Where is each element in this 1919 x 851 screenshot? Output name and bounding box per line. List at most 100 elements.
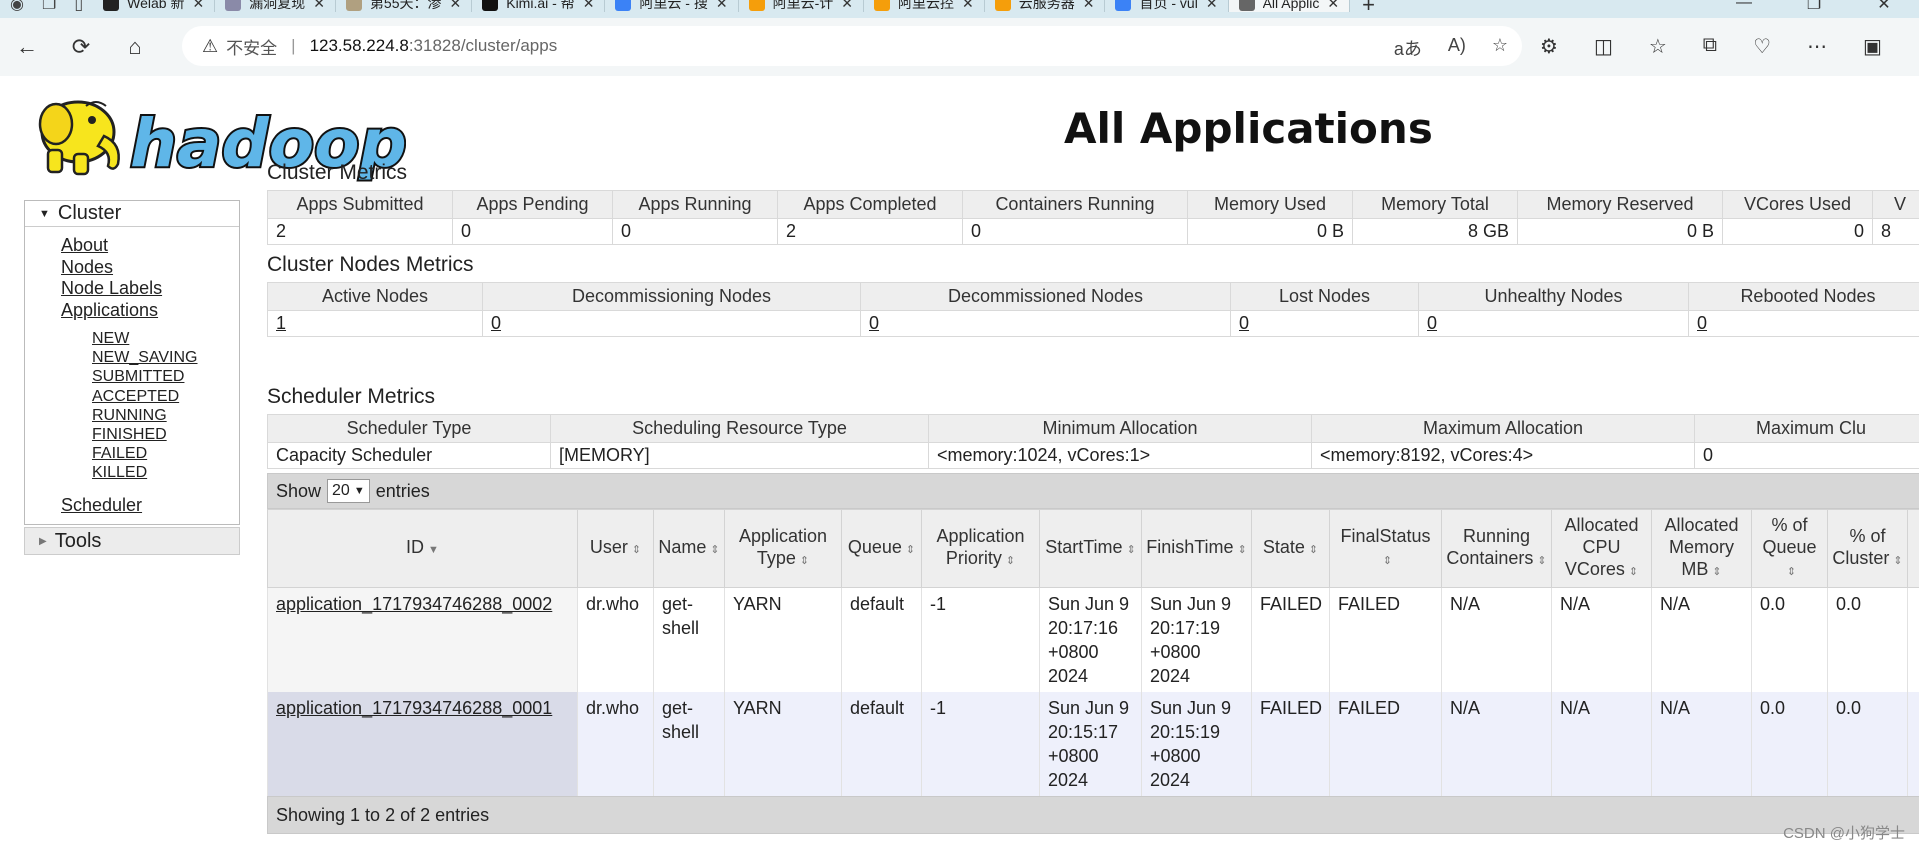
sort-desc-icon[interactable]: ▼ (428, 539, 439, 561)
column-header-of-cluster[interactable]: % of Cluster ⇕ (1827, 509, 1908, 588)
more-menu-icon[interactable]: ⋯ (1807, 34, 1827, 59)
browser-tab[interactable]: 阿里云控 ✕ (864, 0, 985, 12)
sort-icon[interactable]: ⇕ (1787, 561, 1796, 583)
sort-icon[interactable]: ⇕ (1893, 550, 1902, 572)
column-header-queue[interactable]: Queue ⇕ (841, 509, 922, 588)
metric-link-decommissioned-nodes[interactable]: 0 (869, 313, 879, 333)
sort-icon[interactable]: ⇕ (1309, 539, 1318, 561)
tab-close-icon[interactable]: ✕ (1083, 0, 1095, 12)
vertical-tabs-icon[interactable]: ▯ (74, 0, 83, 14)
maximize-button[interactable]: ❐ (1779, 0, 1849, 14)
sort-icon[interactable]: ⇕ (1712, 561, 1721, 583)
back-icon[interactable]: ← (0, 34, 54, 60)
cluster-menu-header[interactable]: ▼ Cluster (25, 201, 239, 227)
browser-tab[interactable]: 云服务器 ✕ (985, 0, 1106, 12)
address-host[interactable]: 123.58.224.8 (310, 36, 409, 56)
favorite-star-icon[interactable]: ☆ (1492, 35, 1508, 61)
state-link-killed[interactable]: KILLED (92, 463, 239, 482)
sidebar-link-node-labels[interactable]: Node Labels (61, 278, 239, 300)
sort-icon[interactable]: ⇕ (800, 550, 809, 572)
column-header-name[interactable]: Name ⇕ (653, 509, 725, 588)
browser-essentials-icon[interactable]: ♡ (1753, 34, 1771, 59)
sort-icon[interactable]: ⇕ (1383, 550, 1392, 572)
browser-tab[interactable]: Welab 新 ✕ (93, 0, 216, 12)
column-header-id[interactable]: ID ▼ (267, 509, 578, 588)
state-link-failed[interactable]: FAILED (92, 444, 239, 463)
sort-icon[interactable]: ⇕ (1537, 550, 1546, 572)
tab-close-icon[interactable]: ✕ (450, 0, 462, 12)
tab-close-icon[interactable]: ✕ (192, 0, 204, 12)
metric-link-rebooted-nodes[interactable]: 0 (1697, 313, 1707, 333)
sidebar-toggle-icon[interactable]: ▣ (1863, 34, 1882, 59)
sidebar-link-about[interactable]: About (61, 235, 239, 257)
close-window-button[interactable]: ✕ (1849, 0, 1919, 14)
column-header-allocated-cpu-vcores[interactable]: Allocated CPU VCores ⇕ (1551, 509, 1652, 588)
table-row[interactable]: application_1717934746288_0002 dr.who get-… (267, 587, 1919, 692)
sort-icon[interactable]: ⇕ (1127, 539, 1136, 561)
browser-tab[interactable]: 阿里云 - 搜 ✕ (605, 0, 739, 12)
workspaces-icon[interactable]: ❐ (42, 0, 56, 14)
metric-link-lost-nodes[interactable]: 0 (1239, 313, 1249, 333)
tab-close-icon[interactable]: ✕ (962, 0, 974, 12)
home-icon[interactable]: ⌂ (108, 34, 162, 60)
application-id-link[interactable]: application_1717934746288_0001 (276, 698, 552, 718)
state-link-accepted[interactable]: ACCEPTED (92, 387, 239, 406)
column-header-application-priority[interactable]: Application Priority ⇕ (921, 509, 1040, 588)
browser-tab[interactable]: 漏洞复现 ✕ (215, 0, 336, 12)
table-row[interactable]: application_1717934746288_0001 dr.who get-… (267, 692, 1919, 796)
tab-close-icon[interactable]: ✕ (583, 0, 595, 12)
extensions-icon[interactable]: ⚙ (1540, 34, 1558, 59)
column-header-allocated-memory-mb[interactable]: Allocated Memory MB ⇕ (1651, 509, 1752, 588)
translate-icon[interactable]: aあ (1394, 35, 1422, 61)
browser-tab[interactable]: 第55天：渗 ✕ (336, 0, 473, 12)
profile-icon[interactable]: ◉ (10, 0, 24, 14)
reload-icon[interactable]: ⟳ (54, 34, 108, 60)
address-bar[interactable]: ⚠ 不安全 | 123.58.224.8:31828/cluster/apps … (182, 26, 1522, 66)
browser-tab[interactable]: 首页 - vul ✕ (1105, 0, 1229, 12)
browser-tab[interactable]: All Applic ✕ (1228, 0, 1351, 12)
tools-menu-header[interactable]: ▶ Tools (24, 527, 240, 556)
sidebar-link-nodes[interactable]: Nodes (61, 257, 239, 279)
metric-link-unhealthy-nodes[interactable]: 0 (1427, 313, 1437, 333)
sort-icon[interactable]: ⇕ (1238, 539, 1247, 561)
column-header-finishtime[interactable]: FinishTime ⇕ (1141, 509, 1252, 588)
sort-icon[interactable]: ⇕ (710, 539, 719, 561)
state-link-running[interactable]: RUNNING (92, 406, 239, 425)
collections-icon[interactable]: ⧉ (1703, 34, 1717, 59)
warning-icon[interactable]: ⚠ (202, 36, 218, 57)
state-link-finished[interactable]: FINISHED (92, 425, 239, 444)
metric-link-decommissioning-nodes[interactable]: 0 (491, 313, 501, 333)
metric-link-active-nodes[interactable]: 1 (276, 313, 286, 333)
read-aloud-icon[interactable]: A) (1448, 35, 1466, 61)
state-link-new[interactable]: NEW (92, 329, 239, 348)
column-header-application-type[interactable]: Application Type ⇕ (724, 509, 842, 588)
state-link-new-saving[interactable]: NEW_SAVING (92, 348, 239, 367)
sort-icon[interactable]: ⇕ (906, 539, 915, 561)
column-header-starttime[interactable]: StartTime ⇕ (1039, 509, 1142, 588)
new-tab-button[interactable]: + (1350, 0, 1387, 18)
tab-close-icon[interactable]: ✕ (716, 0, 728, 12)
sidebar-link-applications[interactable]: Applications (61, 300, 239, 322)
browser-tab[interactable]: 阿里云-计 ✕ (739, 0, 865, 12)
column-header-finalstatus[interactable]: FinalStatus ⇕ (1329, 509, 1442, 588)
sort-icon[interactable]: ⇕ (632, 539, 641, 561)
tab-close-icon[interactable]: ✕ (841, 0, 853, 12)
minimize-button[interactable]: — (1709, 0, 1779, 14)
browser-tab[interactable]: Kimi.ai - 帮 ✕ (472, 0, 606, 12)
sort-icon[interactable]: ⇕ (1006, 550, 1015, 572)
split-screen-icon[interactable]: ◫ (1594, 34, 1613, 59)
sort-icon[interactable]: ⇕ (1629, 561, 1638, 583)
column-header-of-queue[interactable]: % of Queue ⇕ (1751, 509, 1828, 588)
favorites-icon[interactable]: ☆ (1649, 34, 1667, 59)
state-link-submitted[interactable]: SUBMITTED (92, 367, 239, 386)
tab-close-icon[interactable]: ✕ (1327, 0, 1339, 12)
application-id-link[interactable]: application_1717934746288_0002 (276, 594, 552, 614)
tab-close-icon[interactable]: ✕ (313, 0, 325, 12)
column-header-user[interactable]: User ⇕ (577, 509, 654, 588)
address-path[interactable]: :31828/cluster/apps (409, 36, 557, 56)
tab-close-icon[interactable]: ✕ (1206, 0, 1218, 12)
column-header-running-containers[interactable]: Running Containers ⇕ (1441, 509, 1552, 588)
insecure-label[interactable]: 不安全 (226, 34, 277, 59)
column-header-state[interactable]: State ⇕ (1251, 509, 1330, 588)
page-size-select[interactable]: 20 ▼ (327, 479, 370, 503)
